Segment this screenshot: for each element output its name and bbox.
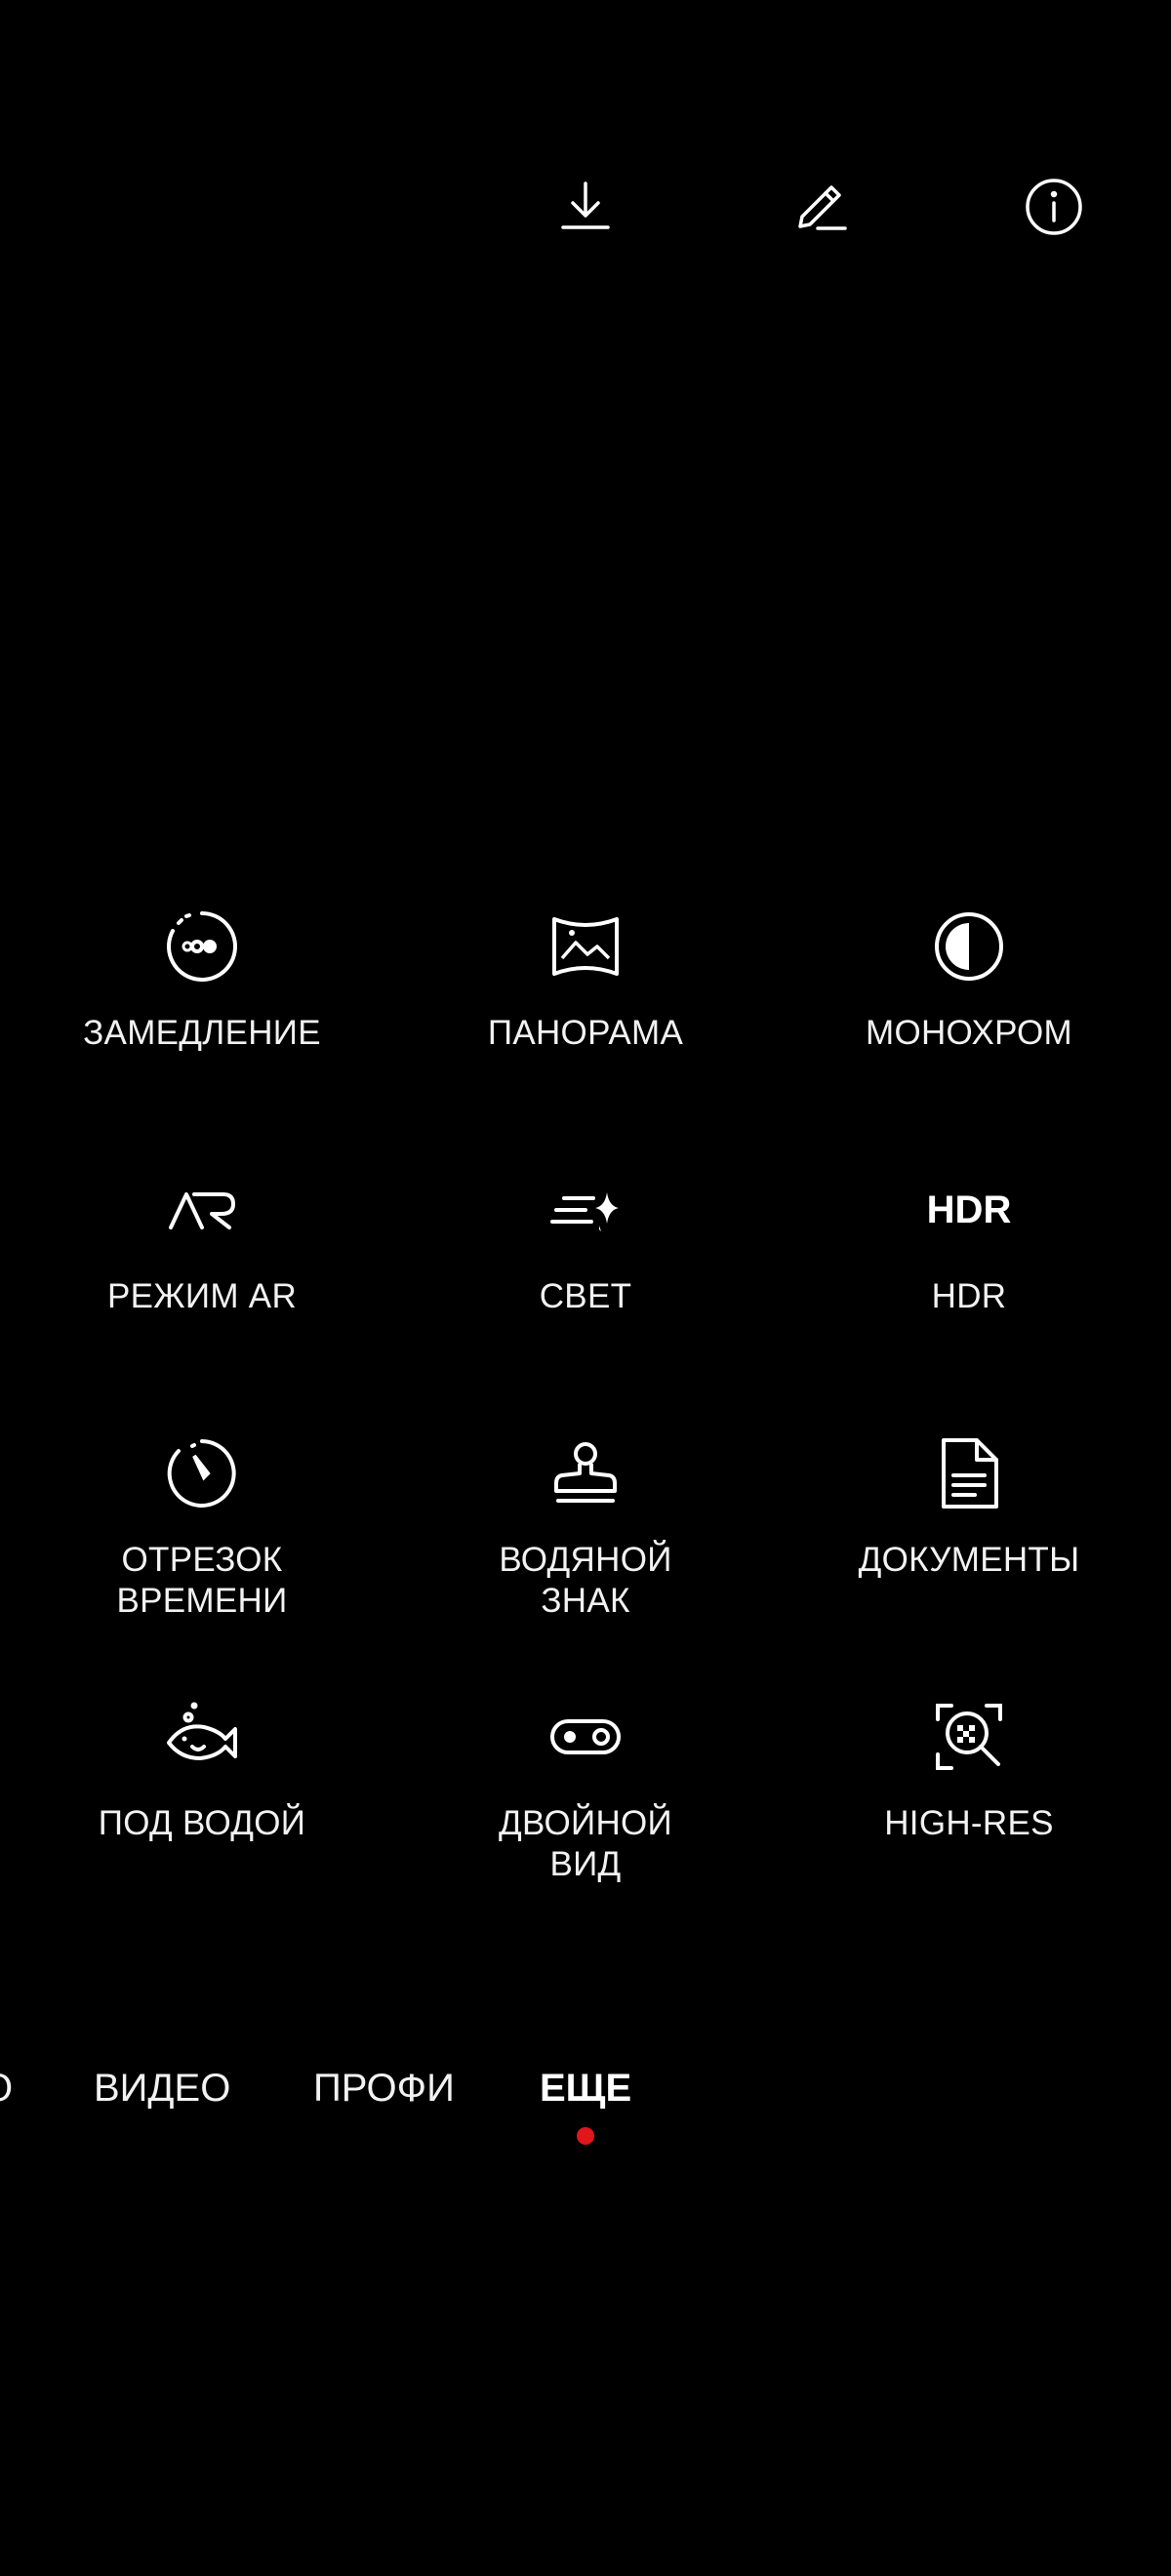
edit-button[interactable]: [790, 178, 849, 236]
mode-tabs: О ВИДЕО ПРОФИ ЕЩЕ: [0, 2057, 1171, 2135]
document-icon: [932, 1436, 1006, 1510]
tab-pro[interactable]: ПРОФИ: [313, 2057, 455, 2119]
mode-monochrome[interactable]: МОНОХРОМ: [803, 909, 1135, 1054]
tab-video[interactable]: ВИДЕО: [94, 2057, 230, 2119]
mode-timelapse[interactable]: ОТРЕЗОК ВРЕМЕНИ: [36, 1436, 368, 1622]
mode-high-res[interactable]: HIGH-RES: [803, 1700, 1135, 1844]
mode-watermark[interactable]: ВОДЯНОЙ ЗНАК: [420, 1436, 751, 1622]
mode-hdr[interactable]: HDR HDR: [803, 1173, 1135, 1317]
info-button[interactable]: [1025, 178, 1083, 236]
light-icon: [548, 1173, 623, 1247]
mode-label: ЗАМЕДЛЕНИЕ: [83, 1014, 321, 1052]
high-res-icon: [932, 1700, 1006, 1774]
mode-label: ОТРЕЗОК ВРЕМЕНИ: [116, 1541, 288, 1620]
edit-icon: [798, 185, 847, 230]
fish-icon: [165, 1700, 239, 1774]
stamp-icon: [548, 1436, 623, 1510]
mode-grid: ЗАМЕДЛЕНИЕ ПАНОРАМА МОНОХРОМ РЕЖИМ AR СВ…: [0, 909, 1171, 1924]
mode-label: ВОДЯНОЙ ЗНАК: [499, 1541, 672, 1620]
mode-label: HIGH-RES: [884, 1804, 1054, 1842]
mode-dual-view[interactable]: ДВОЙНОЙ ВИД: [420, 1700, 751, 1885]
timelapse-icon: [165, 1436, 239, 1510]
mode-label: РЕЖИМ AR: [106, 1277, 298, 1315]
mode-label: МОНОХРОМ: [865, 1014, 1072, 1052]
tab-photo-partial[interactable]: О: [0, 2057, 13, 2119]
mode-light[interactable]: СВЕТ: [420, 1173, 751, 1317]
mode-label: ПОД ВОДОЙ: [98, 1804, 306, 1842]
mode-label: ДОКУМЕНТЫ: [858, 1541, 1080, 1579]
mode-documents[interactable]: ДОКУМЕНТЫ: [803, 1436, 1135, 1581]
hdr-icon-text: HDR: [926, 1187, 1012, 1231]
mode-label: СВЕТ: [539, 1277, 632, 1315]
mode-underwater[interactable]: ПОД ВОДОЙ: [36, 1700, 368, 1844]
mode-label: ПАНОРАМА: [487, 1014, 684, 1052]
mode-label: ДВОЙНОЙ ВИД: [498, 1804, 673, 1883]
dual-view-icon: [548, 1700, 623, 1774]
mode-slow-motion[interactable]: ЗАМЕДЛЕНИЕ: [36, 909, 368, 1054]
slow-motion-icon: [165, 909, 239, 984]
ar-icon: [165, 1173, 239, 1247]
mode-ar[interactable]: РЕЖИМ AR: [36, 1173, 368, 1317]
active-tab-indicator: [577, 2127, 594, 2145]
mode-panorama[interactable]: ПАНОРАМА: [420, 909, 751, 1054]
monochrome-icon: [932, 909, 1006, 984]
download-button[interactable]: [556, 178, 615, 236]
mode-label: HDR: [931, 1277, 1007, 1315]
hdr-icon: HDR: [927, 1173, 1012, 1247]
panorama-icon: [548, 909, 623, 984]
info-icon: [1026, 179, 1082, 235]
tab-more[interactable]: ЕЩЕ: [540, 2057, 631, 2119]
download-icon: [561, 181, 610, 229]
